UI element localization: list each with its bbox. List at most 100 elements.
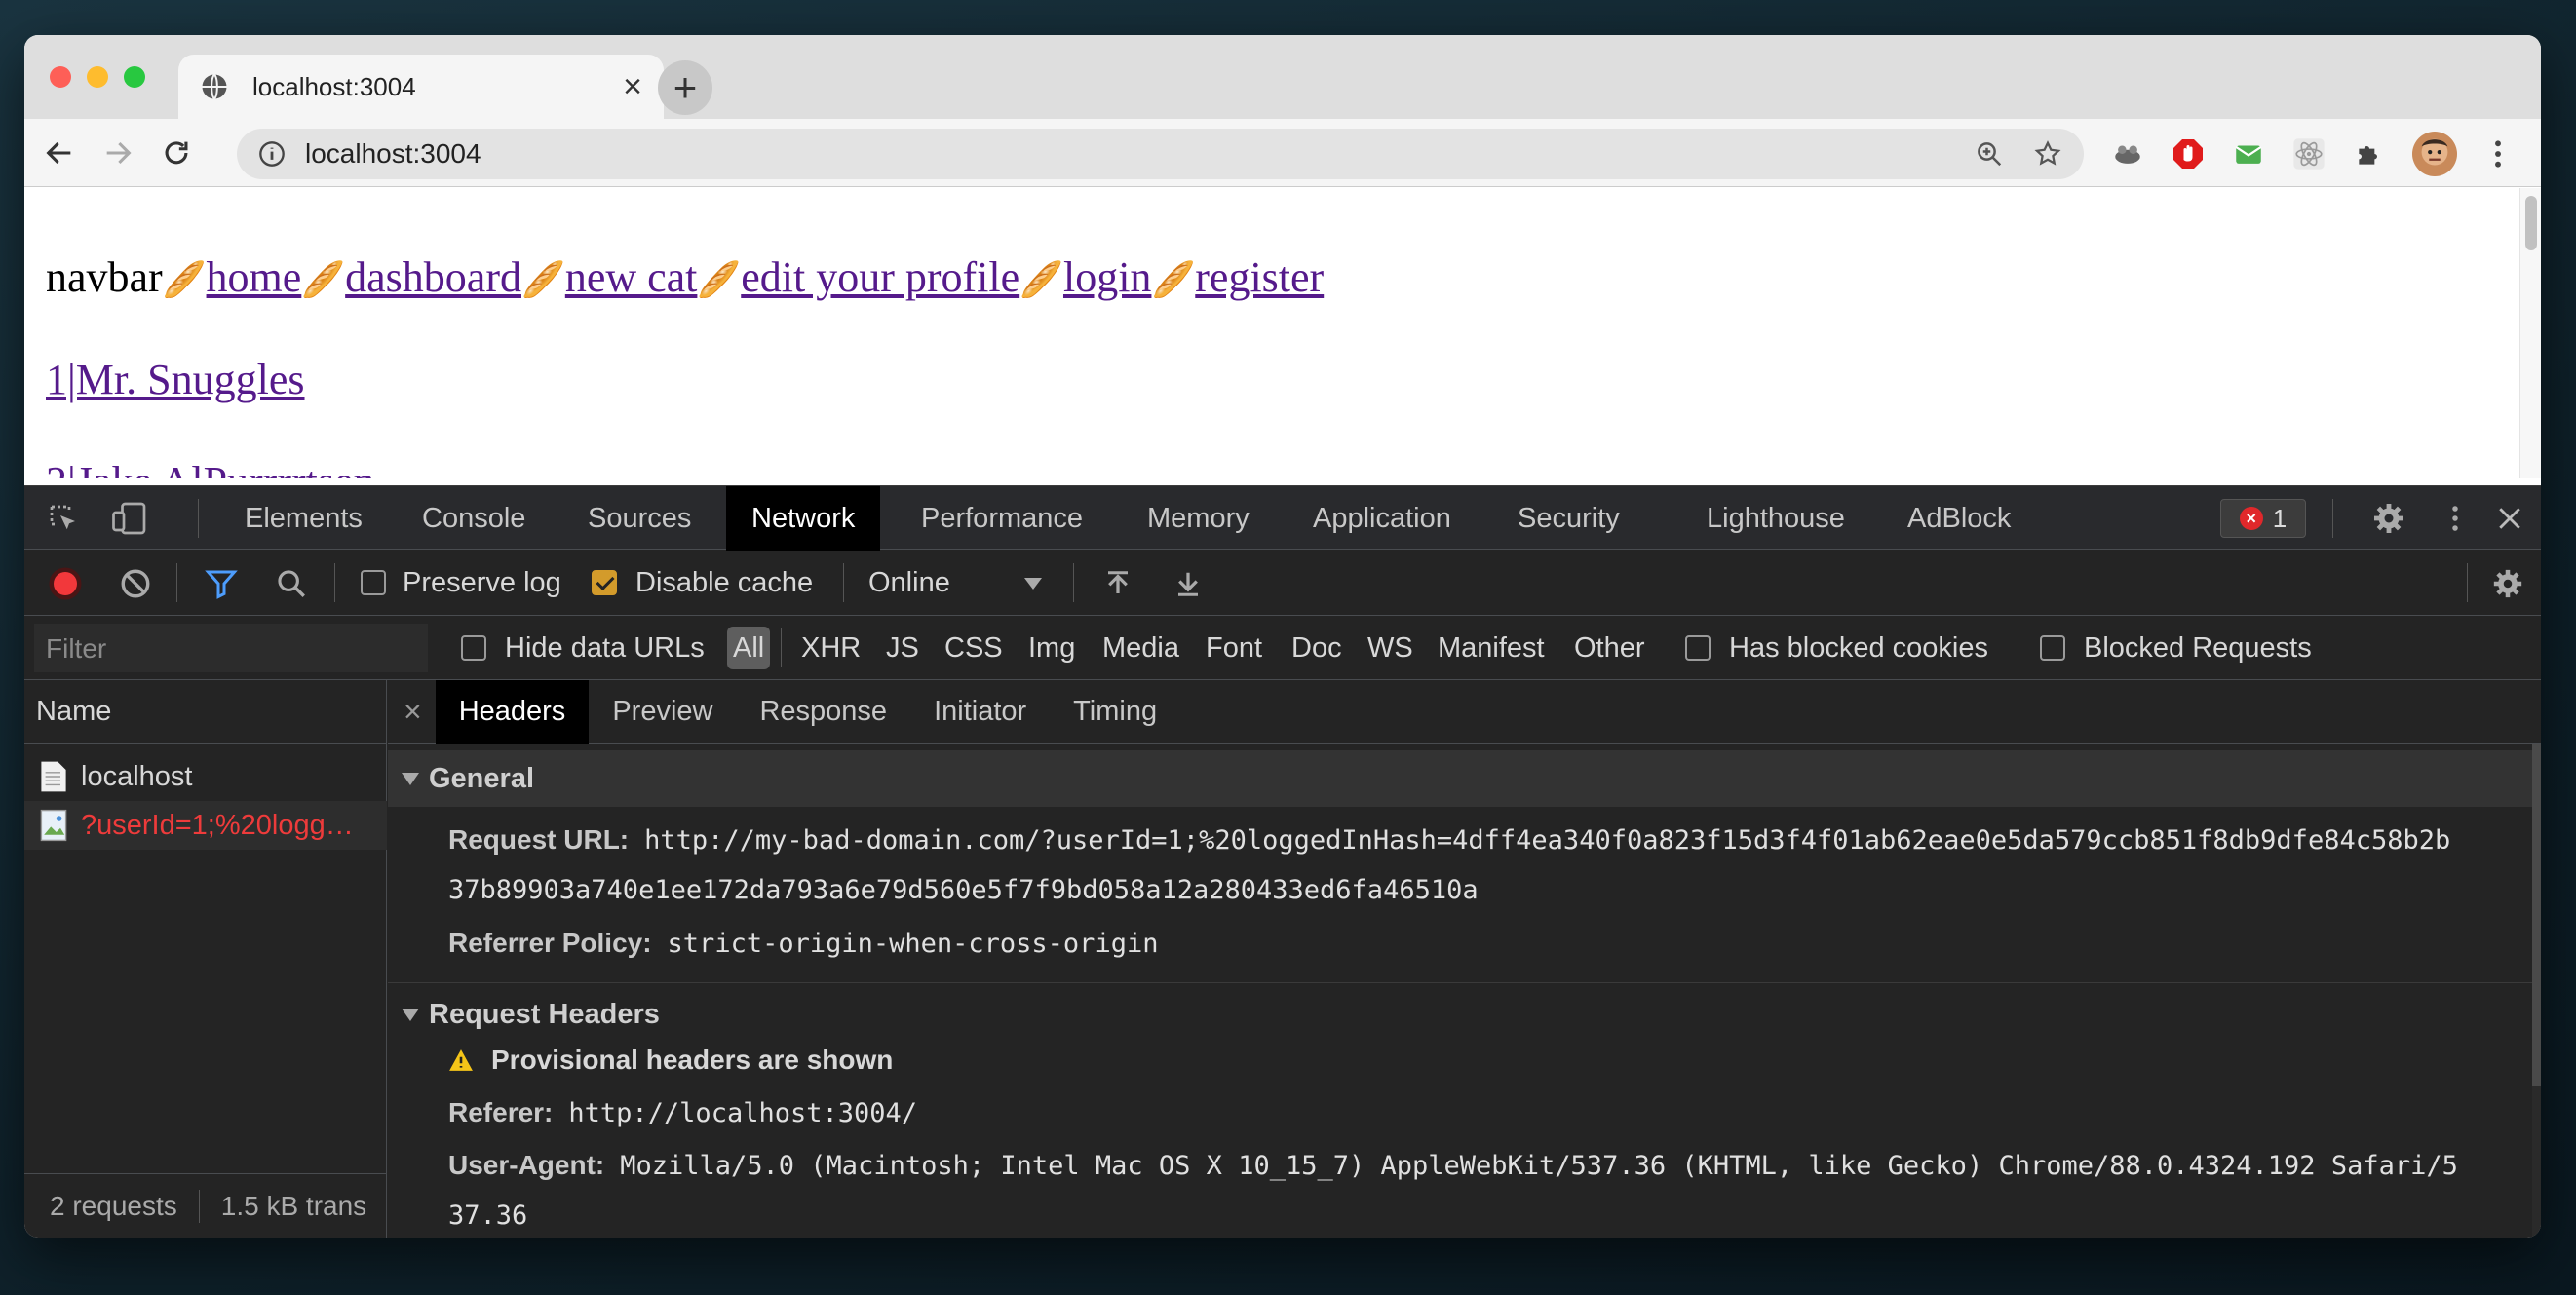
filter-type-ws[interactable]: WS bbox=[1367, 616, 1413, 680]
zoom-window-button[interactable] bbox=[124, 66, 145, 88]
nav-link-home[interactable]: home bbox=[207, 253, 302, 301]
error-count-badge[interactable]: × 1 bbox=[2220, 499, 2306, 538]
inspect-element-icon[interactable] bbox=[44, 499, 83, 538]
bookmark-star-icon[interactable] bbox=[2033, 139, 2062, 169]
clear-icon[interactable] bbox=[114, 562, 157, 605]
details-scrollbar[interactable] bbox=[2532, 744, 2541, 1238]
bread-emoji-icon: 🥖 bbox=[162, 260, 207, 300]
device-toggle-icon[interactable] bbox=[108, 499, 151, 538]
cat-link-1[interactable]: 1|Mr. Snuggles bbox=[46, 359, 305, 401]
filter-type-img[interactable]: Img bbox=[1028, 616, 1075, 680]
zoom-icon[interactable] bbox=[1975, 139, 2004, 169]
tab-adblock[interactable]: AdBlock bbox=[1882, 486, 2036, 551]
settings-gear-icon[interactable] bbox=[2369, 499, 2408, 538]
filter-type-css[interactable]: CSS bbox=[944, 616, 1003, 680]
close-details-button[interactable]: × bbox=[388, 680, 436, 744]
bread-emoji-icon: 🥖 bbox=[697, 260, 742, 300]
browser-menu-icon[interactable] bbox=[2479, 134, 2518, 173]
has-blocked-cookies-checkbox[interactable] bbox=[1685, 635, 1711, 661]
devtools-menu-icon[interactable] bbox=[2445, 499, 2465, 538]
hide-data-urls-checkbox[interactable] bbox=[461, 635, 486, 661]
filter-type-all[interactable]: All bbox=[727, 627, 771, 669]
tab-elements[interactable]: Elements bbox=[219, 486, 388, 551]
address-bar[interactable]: localhost:3004 bbox=[237, 129, 2084, 179]
tab-lighthouse[interactable]: Lighthouse bbox=[1681, 486, 1870, 551]
info-icon[interactable] bbox=[258, 140, 286, 168]
close-tab-button[interactable]: × bbox=[623, 70, 642, 103]
forward-button[interactable] bbox=[95, 130, 141, 176]
tab-network[interactable]: Network bbox=[726, 486, 881, 551]
tab-headers[interactable]: Headers bbox=[435, 679, 590, 744]
react-devtools-icon[interactable] bbox=[2289, 134, 2328, 173]
triangle-down-icon bbox=[402, 772, 419, 785]
divider bbox=[388, 982, 2532, 983]
filter-input[interactable]: Filter bbox=[34, 624, 428, 672]
triangle-down-icon bbox=[402, 1008, 419, 1021]
nav-link-register[interactable]: register bbox=[1195, 253, 1324, 301]
filter-type-js[interactable]: JS bbox=[886, 616, 919, 680]
new-tab-button[interactable]: + bbox=[658, 60, 712, 115]
tab-sources[interactable]: Sources bbox=[562, 486, 716, 551]
chevron-down-icon[interactable] bbox=[1020, 571, 1046, 596]
referrer-policy-value: strict-origin-when-cross-origin bbox=[667, 929, 1159, 959]
name-column-header[interactable]: Name bbox=[24, 680, 387, 744]
extension-mail-icon[interactable] bbox=[2229, 134, 2268, 173]
filter-type-doc[interactable]: Doc bbox=[1291, 616, 1342, 680]
tab-response[interactable]: Response bbox=[736, 680, 910, 744]
extension-frog-icon[interactable] bbox=[2108, 134, 2147, 173]
disable-cache-checkbox[interactable] bbox=[592, 570, 617, 595]
filter-type-font[interactable]: Font bbox=[1206, 616, 1262, 680]
filter-funnel-icon[interactable] bbox=[200, 562, 243, 605]
referer-value: http://localhost:3004/ bbox=[568, 1098, 918, 1128]
transfer-size: 1.5 kB trans bbox=[220, 1190, 367, 1221]
tab-initiator[interactable]: Initiator bbox=[910, 680, 1050, 744]
provisional-warning-row: Provisional headers are shown bbox=[448, 1045, 908, 1076]
divider bbox=[198, 499, 199, 538]
filter-type-media[interactable]: Media bbox=[1102, 616, 1179, 680]
page-scrollbar-thumb[interactable] bbox=[2525, 196, 2537, 250]
tab-performance[interactable]: Performance bbox=[896, 486, 1108, 551]
tab-security[interactable]: Security bbox=[1492, 486, 1645, 551]
back-button[interactable] bbox=[36, 130, 83, 176]
error-count: 1 bbox=[2272, 503, 2288, 533]
close-devtools-icon[interactable] bbox=[2490, 499, 2529, 538]
request-name: localhost bbox=[81, 760, 193, 792]
tab-timing[interactable]: Timing bbox=[1050, 680, 1180, 744]
export-har-icon[interactable] bbox=[1167, 562, 1210, 605]
network-settings-gear-icon[interactable] bbox=[2488, 564, 2527, 603]
preserve-log-checkbox[interactable] bbox=[361, 570, 386, 595]
filter-type-xhr[interactable]: XHR bbox=[801, 616, 861, 680]
filter-type-other[interactable]: Other bbox=[1574, 616, 1645, 680]
profile-avatar[interactable] bbox=[2412, 132, 2457, 176]
tab-memory[interactable]: Memory bbox=[1122, 486, 1275, 551]
adblock-icon[interactable] bbox=[2169, 134, 2208, 173]
throttle-select[interactable]: Online bbox=[868, 567, 950, 599]
import-har-icon[interactable] bbox=[1096, 562, 1139, 605]
blocked-requests-checkbox[interactable] bbox=[2040, 635, 2065, 661]
request-headers-section-header[interactable]: Request Headers bbox=[388, 986, 2532, 1043]
reload-button[interactable] bbox=[153, 130, 200, 176]
general-section-header[interactable]: General bbox=[388, 750, 2532, 807]
nav-link-dashboard[interactable]: dashboard bbox=[345, 253, 521, 301]
nav-link-new-cat[interactable]: new cat bbox=[565, 253, 698, 301]
tab-console[interactable]: Console bbox=[397, 486, 551, 551]
nav-link-login[interactable]: login bbox=[1063, 253, 1151, 301]
tab-application[interactable]: Application bbox=[1288, 486, 1477, 551]
navbar-label: navbar bbox=[46, 253, 163, 301]
filter-type-manifest[interactable]: Manifest bbox=[1438, 616, 1545, 680]
search-icon[interactable] bbox=[270, 562, 313, 605]
tab-preview[interactable]: Preview bbox=[589, 680, 736, 744]
page-scrollbar[interactable] bbox=[2519, 188, 2541, 478]
minimize-window-button[interactable] bbox=[87, 66, 108, 88]
nav-link-edit-profile[interactable]: edit your profile bbox=[741, 253, 1019, 301]
referrer-policy-key: Referrer Policy: bbox=[448, 928, 652, 958]
request-row-failed-image[interactable]: ?userId=1;%20logg… bbox=[24, 801, 387, 850]
details-scrollbar-thumb[interactable] bbox=[2532, 744, 2541, 1086]
user-agent-value-continued: 37.36 bbox=[448, 1200, 528, 1231]
cat-link-2[interactable]: 2|Jake AlPurrrrtsen bbox=[46, 461, 375, 479]
record-button[interactable] bbox=[44, 562, 87, 605]
close-window-button[interactable] bbox=[50, 66, 71, 88]
request-row-localhost[interactable]: localhost bbox=[24, 752, 387, 801]
browser-tab[interactable]: localhost:3004 × bbox=[178, 55, 664, 119]
extensions-puzzle-icon[interactable] bbox=[2350, 134, 2389, 173]
